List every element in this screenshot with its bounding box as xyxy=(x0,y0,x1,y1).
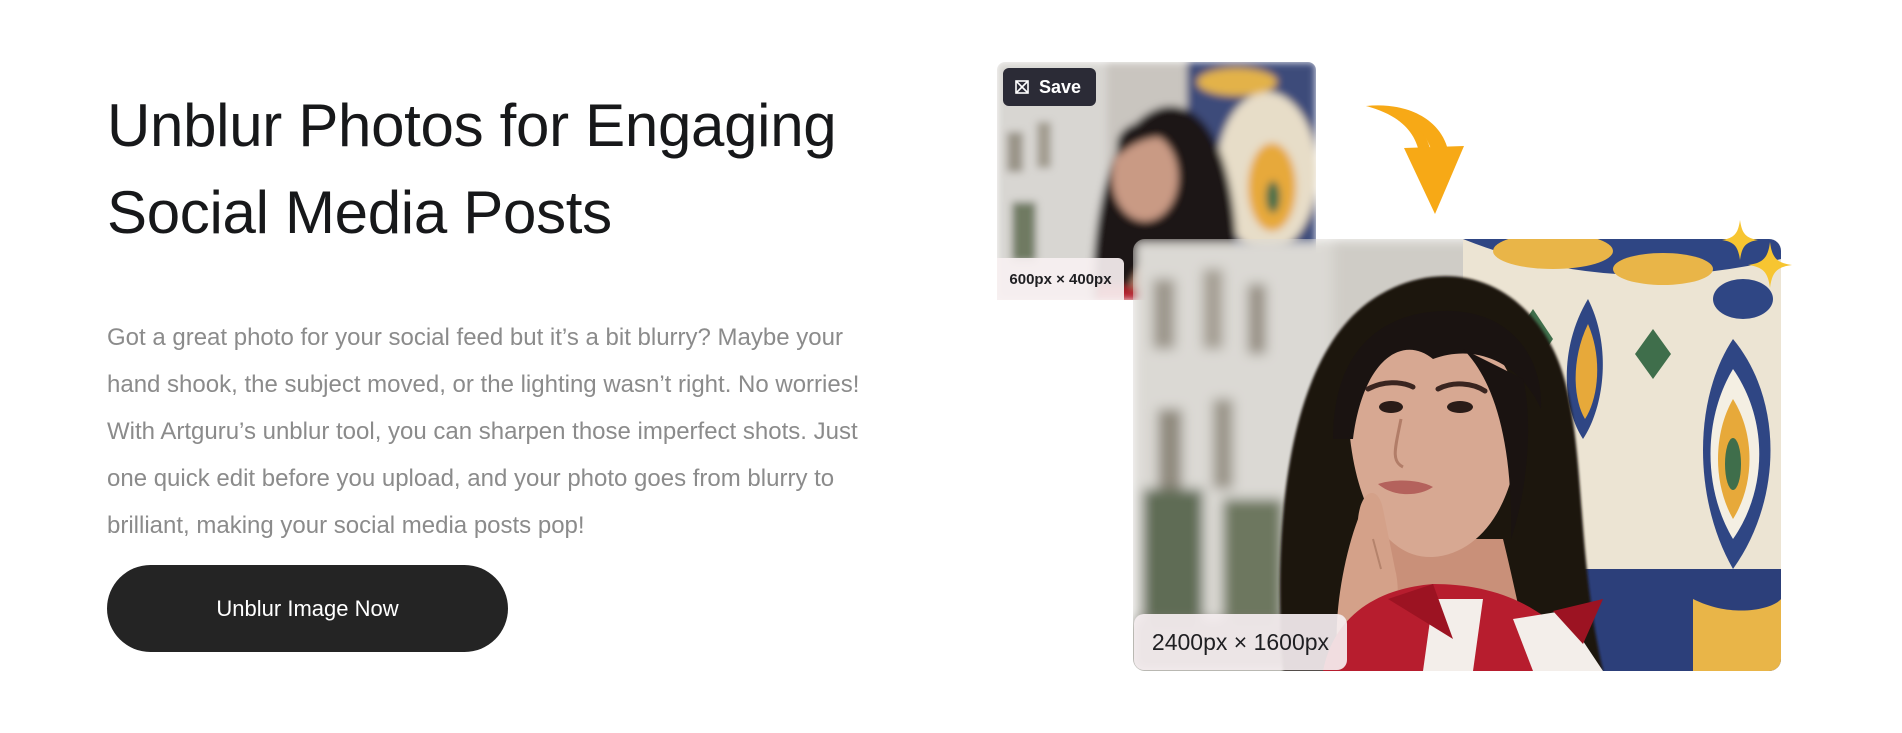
unblur-image-now-button[interactable]: Unblur Image Now xyxy=(107,565,508,652)
after-image-dimensions-label: 2400px × 1600px xyxy=(1134,614,1347,670)
page-title: Unblur Photos for Engaging Social Media … xyxy=(107,82,907,256)
before-image-dimensions-label: 600px × 400px xyxy=(997,258,1124,300)
watermark-icon xyxy=(1015,80,1029,94)
page-title-line-1: Unblur Photos for Engaging xyxy=(107,92,837,159)
sparkles-icon xyxy=(1722,220,1792,288)
description-paragraph: Got a great photo for your social feed b… xyxy=(107,324,860,539)
save-button[interactable]: Save xyxy=(1003,68,1096,106)
curved-arrow-down-icon xyxy=(1366,105,1464,214)
after-image-sharp xyxy=(1133,239,1781,671)
sharp-portrait-illustration xyxy=(1133,239,1781,671)
page-title-line-2: Social Media Posts xyxy=(107,179,612,246)
hero-text-section: Unblur Photos for Engaging Social Media … xyxy=(107,82,907,549)
save-label: Save xyxy=(1039,76,1082,97)
